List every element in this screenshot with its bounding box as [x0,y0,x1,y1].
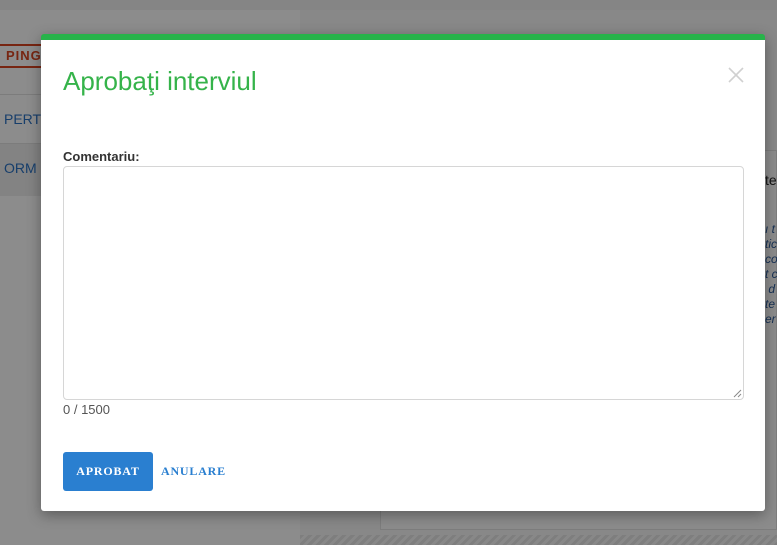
close-button[interactable] [725,64,747,86]
approve-interview-dialog: Aprobaţi interviul Comentariu: 0 / 1500 … [41,34,765,511]
close-icon [728,67,744,83]
dialog-title: Aprobaţi interviul [63,66,257,96]
resize-grip-icon[interactable] [733,389,742,398]
character-counter: 0 / 1500 [63,402,110,417]
cancel-button[interactable]: ANULARE [157,452,230,491]
comment-textarea[interactable] [63,166,744,400]
comment-label: Comentariu: [63,149,140,164]
approve-button[interactable]: APROBAT [63,452,153,491]
